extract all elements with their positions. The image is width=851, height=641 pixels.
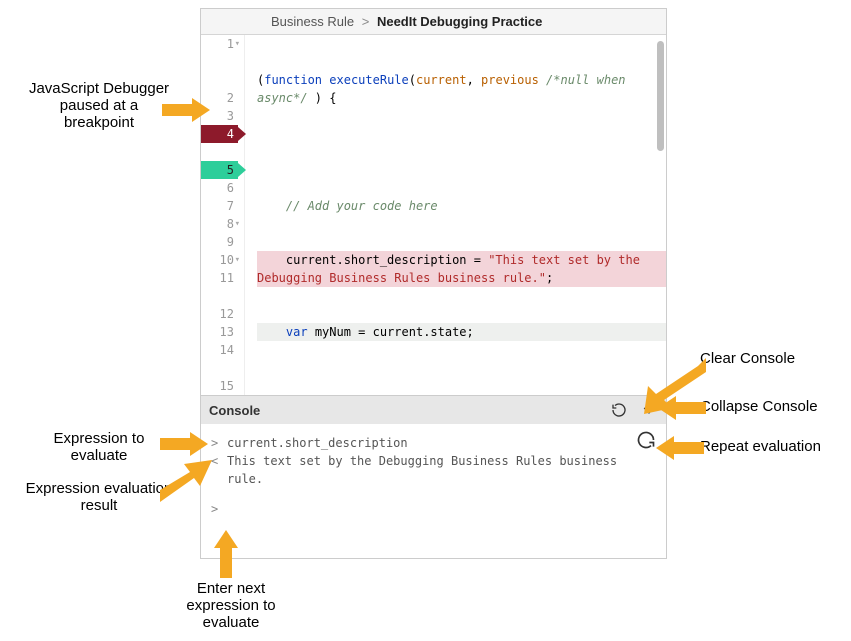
line-number[interactable] [201,287,238,305]
line-number[interactable]: 13 [201,323,238,341]
console-output-line: < This text set by the Debugging Busines… [211,452,656,488]
code-editor[interactable]: 1▾ 2 3 4 5 6 7 8▾ 9 10▾ 11 12 13 14 15 1… [201,35,666,395]
breadcrumb-parent[interactable]: Business Rule [271,14,354,29]
annotation-label: Enter next expression to evaluate [166,580,296,631]
console-out-chevron-icon: < [211,452,219,488]
code-row: var myNum = current.state; [257,323,666,341]
line-number[interactable]: 15 [201,377,238,395]
current-line-marker[interactable]: 5 [201,161,238,179]
breadcrumb-current: NeedIt Debugging Practice [377,14,542,29]
scrollbar[interactable] [657,41,664,151]
code-lines[interactable]: (function executeRule(current, previous … [245,35,666,395]
line-number[interactable]: 7 [201,197,238,215]
code-row [257,377,666,395]
annotation-label: Collapse Console [700,398,818,415]
console-expression: current.short_description [227,434,656,452]
repeat-evaluation-button[interactable] [636,430,656,455]
console-next-input[interactable] [227,500,656,518]
line-number[interactable]: 14 [201,341,238,359]
line-number[interactable]: 10▾ [201,251,238,269]
line-number[interactable] [201,53,238,89]
console-in-chevron-icon: > [211,500,219,518]
console-result: This text set by the Debugging Business … [227,452,656,488]
line-number[interactable]: 12 [201,305,238,323]
console-input-line: > current.short_description [211,434,656,452]
console-in-chevron-icon: > [211,434,219,452]
console-header: Console [201,395,666,424]
annotation-label: JavaScript Debugger paused at a breakpoi… [24,80,174,131]
line-number[interactable]: 2 [201,89,238,107]
annotation-label: Repeat evaluation [700,438,821,455]
line-number[interactable] [201,359,238,377]
console-prompt-line[interactable]: > [211,500,656,518]
debugger-panel: Business Rule > NeedIt Debugging Practic… [200,8,667,559]
line-number[interactable] [201,143,238,161]
line-number[interactable]: 1▾ [201,35,238,53]
annotation-label: Expression evaluation result [24,480,174,514]
console-body[interactable]: > current.short_description < This text … [201,424,666,558]
console-title: Console [209,403,260,418]
breadcrumb-separator: > [362,14,370,29]
line-number[interactable]: 9 [201,233,238,251]
clear-console-button[interactable] [610,401,628,419]
code-row [257,143,666,161]
code-row: (function executeRule(current, previous … [257,71,666,107]
line-number[interactable]: 11 [201,269,238,287]
annotation-label: Expression to evaluate [24,430,174,464]
line-number[interactable]: 8▾ [201,215,238,233]
line-number[interactable]: 3 [201,107,238,125]
breakpoint-marker[interactable]: 4 [201,125,238,143]
code-row: current.short_description = "This text s… [257,251,666,287]
breadcrumb: Business Rule > NeedIt Debugging Practic… [201,9,666,35]
code-row: // Add your code here [257,197,666,215]
collapse-console-button[interactable] [640,401,658,419]
line-gutter: 1▾ 2 3 4 5 6 7 8▾ 9 10▾ 11 12 13 14 15 1… [201,35,245,395]
line-number[interactable]: 6 [201,179,238,197]
annotation-label: Clear Console [700,350,795,367]
